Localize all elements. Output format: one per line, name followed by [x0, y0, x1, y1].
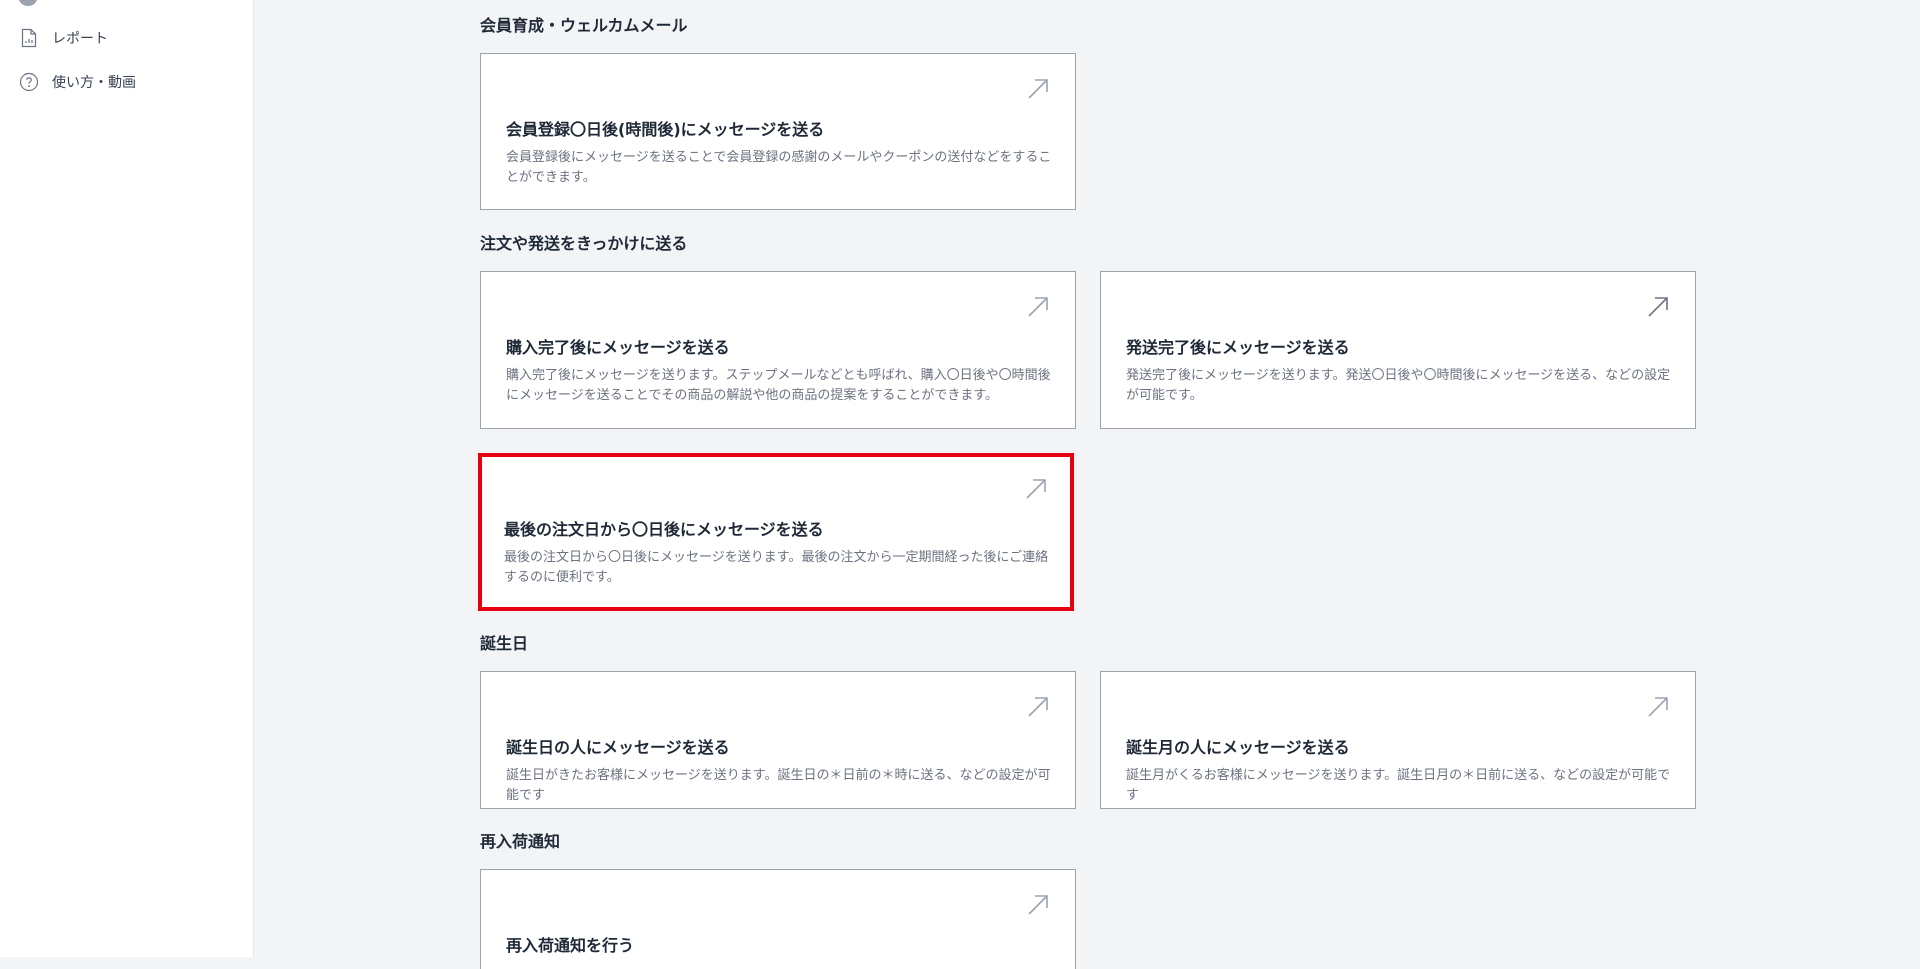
card-title: 発送完了後にメッセージを送る	[1126, 338, 1350, 357]
card-title: 誕生月の人にメッセージを送る	[1126, 738, 1350, 757]
card-purchase-complete[interactable]: 購入完了後にメッセージを送る 購入完了後にメッセージを送ります。ステップメールな…	[480, 271, 1076, 429]
help-circle-icon	[18, 71, 40, 93]
section-heading-restock: 再入荷通知	[480, 832, 561, 851]
card-title: 再入荷通知を行う	[506, 936, 635, 955]
card-description: 誕生月がくるお客様にメッセージを送ります。誕生日月の＊日前に送る、などの設定が可…	[1126, 768, 1671, 803]
sidebar-item-label: 使い方・動画	[52, 75, 136, 91]
card-member-registration[interactable]: 会員登録〇日後(時間後)にメッセージを送る 会員登録後にメッセージを送ることで会…	[480, 53, 1076, 210]
card-description: 購入完了後にメッセージを送ります。ステップメールなどとも呼ばれ、購入〇日後や〇時…	[506, 368, 1051, 403]
card-title: 会員登録〇日後(時間後)にメッセージを送る	[506, 120, 825, 139]
arrow-up-right-icon	[1026, 479, 1046, 499]
section-heading-birthday: 誕生日	[480, 634, 529, 653]
card-description: 誕生日がきたお客様にメッセージを送ります。誕生日の＊日前の＊時に送る、などの設定…	[506, 768, 1051, 803]
card-description: 発送完了後にメッセージを送ります。発送〇日後や〇時間後にメッセージを送る、などの…	[1126, 368, 1671, 403]
section-heading-order-shipping: 注文や発送をきっかけに送る	[480, 234, 688, 253]
sidebar-item-label: レポート	[52, 31, 108, 47]
arrow-up-right-icon	[1028, 895, 1048, 915]
card-title: 購入完了後にメッセージを送る	[506, 338, 730, 357]
card-birthday-day[interactable]: 誕生日の人にメッセージを送る 誕生日がきたお客様にメッセージを送ります。誕生日の…	[480, 671, 1076, 809]
arrow-up-right-icon	[1648, 297, 1668, 317]
card-last-order-followup[interactable]: 最後の注文日から〇日後にメッセージを送る 最後の注文日から〇日後にメッセージを送…	[478, 453, 1074, 611]
sidebar: レポート 使い方・動画	[0, 0, 254, 957]
card-restock-notification[interactable]: 再入荷通知を行う	[480, 869, 1076, 969]
card-title: 最後の注文日から〇日後にメッセージを送る	[504, 520, 824, 539]
arrow-up-right-icon	[1028, 297, 1048, 317]
card-shipping-complete[interactable]: 発送完了後にメッセージを送る 発送完了後にメッセージを送ります。発送〇日後や〇時…	[1100, 271, 1696, 429]
sidebar-icon-partial	[18, 0, 38, 6]
sidebar-item-help[interactable]: 使い方・動画	[18, 70, 136, 94]
arrow-up-right-icon	[1028, 79, 1048, 99]
report-document-icon	[18, 27, 40, 49]
section-heading-welcome: 会員育成・ウェルカムメール	[480, 16, 688, 35]
card-title: 誕生日の人にメッセージを送る	[506, 738, 730, 757]
main-content: 会員育成・ウェルカムメール 会員登録〇日後(時間後)にメッセージを送る 会員登録…	[254, 0, 1920, 969]
card-description: 最後の注文日から〇日後にメッセージを送ります。最後の注文から一定期間経った後にご…	[504, 550, 1049, 585]
card-birthday-month[interactable]: 誕生月の人にメッセージを送る 誕生月がくるお客様にメッセージを送ります。誕生日月…	[1100, 671, 1696, 809]
arrow-up-right-icon	[1648, 697, 1668, 717]
card-description: 会員登録後にメッセージを送ることで会員登録の感謝のメールやクーポンの送付などをす…	[506, 150, 1052, 185]
sidebar-item-report[interactable]: レポート	[18, 26, 108, 50]
arrow-up-right-icon	[1028, 697, 1048, 717]
